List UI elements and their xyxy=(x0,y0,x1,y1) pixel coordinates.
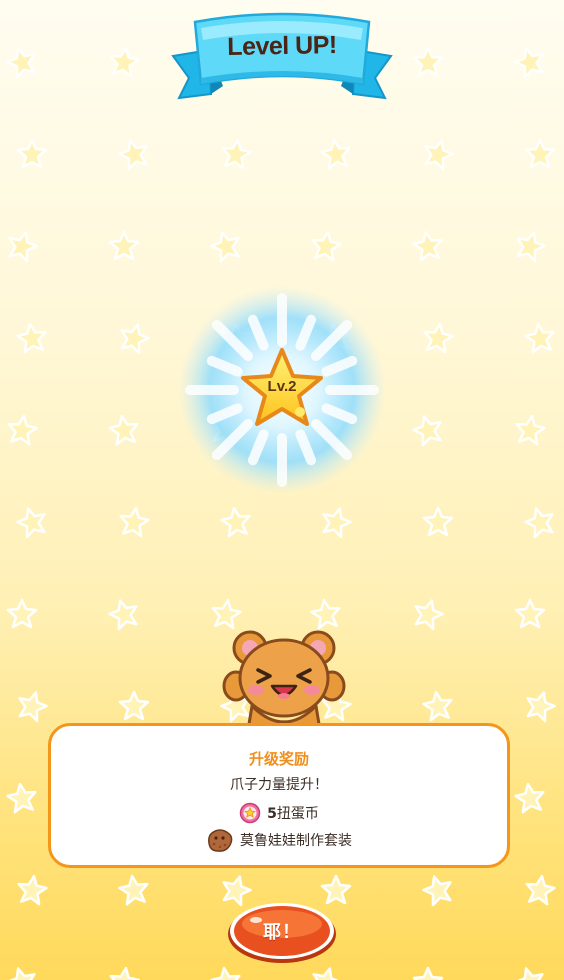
level-label: Lv.2 xyxy=(267,378,297,395)
background-star-icon xyxy=(107,413,141,447)
background-star-icon xyxy=(513,45,547,79)
background-star-icon xyxy=(523,689,557,723)
background-star-icon xyxy=(523,873,557,907)
background-star-icon xyxy=(117,321,151,355)
background-star-icon xyxy=(319,137,353,171)
reward-coin-row: 5扭蛋币 xyxy=(51,802,507,824)
background-star-icon xyxy=(5,781,39,815)
background-star-icon xyxy=(117,137,151,171)
background-star-icon xyxy=(15,689,49,723)
background-star-icon xyxy=(117,505,151,539)
coin-count: 5 xyxy=(267,806,277,822)
background-star-icon xyxy=(523,505,557,539)
background-star-icon xyxy=(421,873,455,907)
bear-mascot xyxy=(222,626,346,732)
reward-description: 爪子力量提升！ xyxy=(230,777,328,793)
background-star-icon xyxy=(15,505,49,539)
reward-kit-row: 莫鲁娃娃制作套装 xyxy=(51,827,507,853)
background-star-icon xyxy=(219,505,253,539)
background-star-icon xyxy=(309,229,343,263)
background-star-icon xyxy=(107,597,141,631)
confirm-button-label: 耶！ xyxy=(263,922,301,943)
background-star-icon xyxy=(513,597,547,631)
background-star-icon xyxy=(421,137,455,171)
background-star-icon xyxy=(411,45,445,79)
background-star-icon xyxy=(513,413,547,447)
banner-title: Level UP! xyxy=(227,31,337,61)
kit-label: 莫鲁娃娃制作套装 xyxy=(240,833,352,849)
background-star-icon xyxy=(5,45,39,79)
background-star-icon xyxy=(513,229,547,263)
background-star-icon xyxy=(5,965,39,980)
reward-title: 升级奖励 xyxy=(248,750,309,768)
background-star-icon xyxy=(411,229,445,263)
background-star-icon xyxy=(209,965,243,980)
background-star-icon xyxy=(411,413,445,447)
background-star-icon xyxy=(5,229,39,263)
background-star-icon xyxy=(219,137,253,171)
coin-label: 扭蛋币 xyxy=(276,806,319,822)
background-star-icon xyxy=(5,597,39,631)
background-star-icon xyxy=(15,873,49,907)
background-star-icon xyxy=(15,321,49,355)
background-star-icon xyxy=(513,781,547,815)
background-star-icon xyxy=(411,965,445,980)
confirm-button[interactable]: 耶！ xyxy=(226,898,338,964)
background-star-icon xyxy=(319,505,353,539)
background-star-icon xyxy=(5,413,39,447)
background-star-icon xyxy=(523,137,557,171)
background-star-icon xyxy=(209,229,243,263)
background-star-icon xyxy=(513,965,547,980)
background-star-icon xyxy=(107,45,141,79)
level-up-banner: Level UP! xyxy=(165,8,399,104)
background-star-icon xyxy=(107,229,141,263)
background-star-icon xyxy=(523,321,557,355)
background-star-icon xyxy=(15,137,49,171)
reward-panel: 升级奖励 爪子力量提升！ 5扭蛋币 莫鲁娃娃制作套装 xyxy=(48,723,510,868)
background-star-icon xyxy=(421,321,455,355)
gacha-coin-icon xyxy=(239,802,261,824)
background-star-icon xyxy=(107,965,141,980)
background-star-icon xyxy=(411,597,445,631)
background-star-icon xyxy=(421,505,455,539)
plush-kit-icon xyxy=(206,827,234,853)
background-star-icon xyxy=(117,873,151,907)
background-star-icon xyxy=(309,965,343,980)
background-star-icon xyxy=(421,689,455,723)
background-star-icon xyxy=(117,689,151,723)
